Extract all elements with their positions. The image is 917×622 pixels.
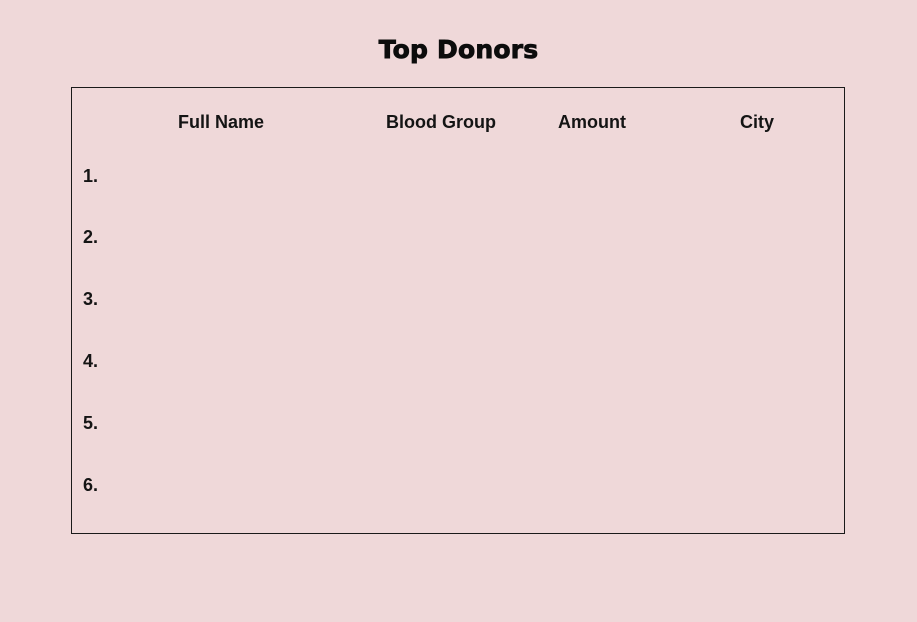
row-number: 4. [83, 351, 99, 371]
donor-table [71, 87, 845, 534]
row-number: 5. [83, 413, 99, 433]
column-header-blood-group: Blood Group [386, 112, 496, 132]
row-number: 2. [83, 227, 99, 247]
row-number: 1. [83, 166, 99, 186]
column-header-city: City [739, 112, 775, 132]
column-header-full-name: Full Name [177, 112, 265, 132]
page-title: Top Donors [378, 35, 539, 65]
row-number: 3. [83, 289, 99, 309]
column-header-amount: Amount [558, 112, 626, 132]
row-number: 6. [83, 475, 99, 495]
